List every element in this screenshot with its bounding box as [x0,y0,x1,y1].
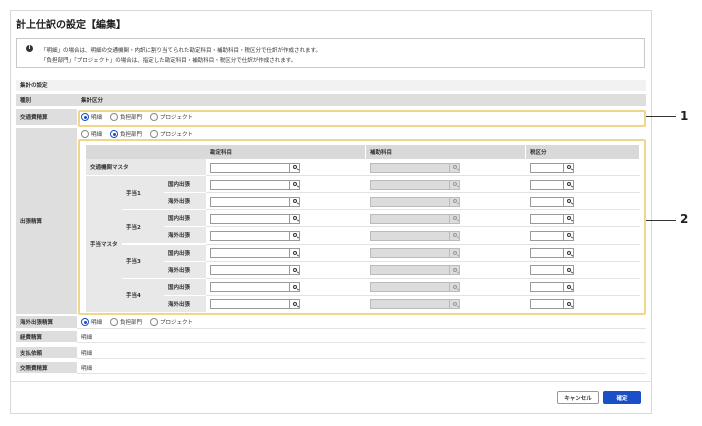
row-expense-value: 明細 [77,331,646,343]
overseas-radio-1[interactable] [110,318,119,326]
row-expense-label-text: 経費精算 [20,334,43,341]
row-transport-label-text: 交通費精算 [20,115,48,121]
overseas-radio-0[interactable] [81,318,89,326]
section-label-text: 集計の設定 [20,83,48,89]
row-overseas-options: 明細 負担部門 プロジェクト [77,316,646,329]
overseas-radio-label-0[interactable]: 明細 [91,318,102,326]
row-entertainment-label: 交際費精算 [16,362,77,374]
row-payment-label: 支払依頼 [16,347,77,359]
callout-line-2 [646,220,676,221]
info-icon: i [26,45,33,52]
notice-line-1: 「明細」の場合は、明細の交通機関・内訳に割り当てられた勘定科目・補助科目・税区分… [41,48,321,54]
row-entertainment-label-text: 交際費精算 [20,365,48,372]
row-transport-label: 交通費精算 [16,109,77,126]
overseas-radio-label-2[interactable]: プロジェクト [160,318,193,326]
highlight-box-1 [78,110,646,127]
overseas-radio-group: 明細 負担部門 プロジェクト [81,318,201,326]
row-overseas-label-text: 海外出張精算 [20,320,54,326]
overseas-radio-label-1[interactable]: 負担部門 [120,318,142,326]
trip-radio-2[interactable] [150,130,159,138]
callout-number-2: 2 [680,212,689,226]
trip-radio-label-1[interactable]: 負担部門 [120,130,142,138]
header-type-text: 種別 [20,98,32,104]
row-payment-label-text: 支払依頼 [20,350,43,357]
trip-radio-0[interactable] [81,130,89,138]
row-payment-value-text: 明細 [81,350,93,357]
row-payment-value: 明細 [77,347,646,359]
callout-number-1: 1 [680,109,689,123]
trip-radio-1[interactable] [110,130,119,138]
page-title: 計上仕訳の設定【編集】 [16,20,126,31]
row-expense-label: 経費精算 [16,331,77,343]
row-entertainment-value-text: 明細 [81,365,93,372]
header-type: 種別 [16,94,77,107]
confirm-button[interactable]: 確定 [603,391,641,404]
row-entertainment-value: 明細 [77,362,646,374]
row-overseas-label: 海外出張精算 [16,316,77,329]
callout-line-1 [646,116,676,117]
row-trip-label-text: 出張精算 [20,219,43,225]
trip-radio-label-0[interactable]: 明細 [91,130,102,138]
row-expense-value-text: 明細 [81,334,93,341]
header-aggregation-text: 集計区分 [81,98,104,104]
header-aggregation: 集計区分 [77,94,646,107]
trip-radio-label-2[interactable]: プロジェクト [160,130,193,138]
cancel-button[interactable]: キャンセル [557,391,599,404]
footer-divider [10,381,652,382]
notice-line-2: 「負担部門」「プロジェクト」の場合は、指定した勘定科目・補助科目・税区分で仕訳が… [41,58,297,64]
trip-radio-group: 明細 負担部門 プロジェクト [81,130,201,138]
section-label: 集計の設定 [16,80,646,92]
info-notice: i 「明細」の場合は、明細の交通機関・内訳に割り当てられた勘定科目・補助科目・税… [16,38,645,68]
overseas-radio-2[interactable] [150,318,159,326]
row-trip-label: 出張精算 [16,128,77,315]
highlight-box-2 [78,139,646,315]
